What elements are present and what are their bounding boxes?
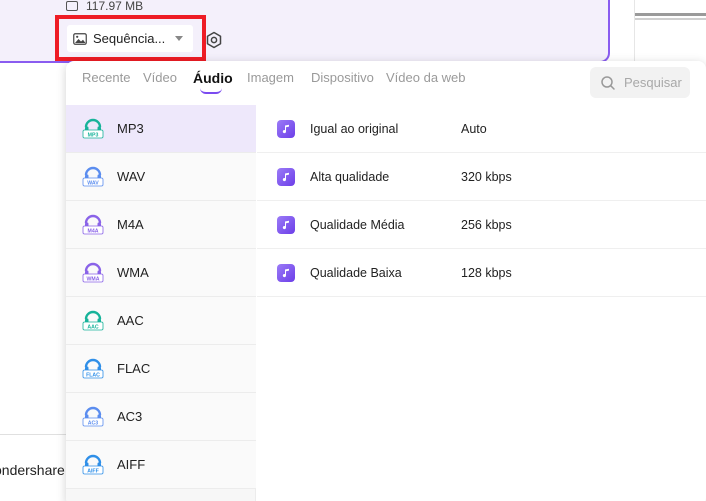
format-label: WAV	[117, 169, 146, 184]
format-label: AC3	[117, 409, 143, 424]
chevron-down-icon	[175, 36, 183, 41]
format-label: M4A	[117, 217, 144, 232]
active-tab-indicator	[200, 88, 222, 94]
format-label: MP3	[117, 121, 144, 136]
svg-text:WAV: WAV	[87, 180, 99, 186]
quality-name: Igual ao original	[310, 121, 399, 136]
converter-window: 117.97 MB Sequência... ondershare Recent…	[0, 0, 706, 501]
panel-divider	[635, 13, 706, 16]
format-item-ac3[interactable]: AC3 AC3	[66, 393, 256, 441]
quality-name: Qualidade Média	[310, 217, 405, 232]
left-divider	[0, 434, 70, 435]
m4a-format-icon: M4A	[82, 214, 104, 234]
music-note-icon	[277, 264, 295, 282]
quality-name: Alta qualidade	[310, 169, 390, 184]
image-icon	[73, 32, 87, 45]
format-popup: Recente Vídeo Áudio Imagem Dispositivo V…	[66, 61, 706, 501]
quality-bitrate: Auto	[461, 121, 487, 136]
highlight-box: Sequência...	[55, 15, 206, 61]
quality-option[interactable]: Igual ao original Auto	[257, 105, 706, 153]
brand-label: ondershare	[0, 462, 65, 478]
output-format-dropdown[interactable]: Sequência...	[67, 25, 193, 52]
format-item-m4a[interactable]: M4A M4A	[66, 201, 256, 249]
quality-list: Igual ao original Auto Alta qualidade 320 k…	[257, 105, 706, 501]
format-item-mp3[interactable]: MP3 MP3	[66, 105, 256, 153]
file-icon	[66, 1, 78, 11]
music-note-icon	[277, 216, 295, 234]
music-note-icon	[277, 168, 295, 186]
svg-text:AC3: AC3	[88, 420, 98, 426]
file-size-label: 117.97 MB	[86, 0, 144, 13]
aiff-format-icon: AIFF	[82, 454, 104, 474]
svg-text:AIFF: AIFF	[87, 468, 99, 474]
search-box[interactable]	[590, 67, 690, 98]
svg-text:FLAC: FLAC	[86, 372, 100, 378]
quality-bitrate: 128 kbps	[461, 265, 512, 280]
quality-bitrate: 320 kbps	[461, 169, 512, 184]
search-input[interactable]	[624, 75, 686, 90]
format-tabs: Recente Vídeo Áudio Imagem Dispositivo V…	[66, 61, 706, 105]
flac-format-icon: FLAC	[82, 358, 104, 378]
format-item-flac[interactable]: FLAC FLAC	[66, 345, 256, 393]
quality-option[interactable]: Alta qualidade 320 kbps	[257, 153, 706, 201]
quality-name: Qualidade Baixa	[310, 265, 402, 280]
tab-dispositivo[interactable]: Dispositivo	[311, 70, 374, 85]
tab-video-da-web[interactable]: Vídeo da web	[386, 70, 466, 85]
search-icon	[601, 75, 615, 90]
ac3-format-icon: AC3	[82, 406, 104, 426]
format-item-aiff[interactable]: AIFF AIFF	[66, 441, 256, 489]
format-label: FLAC	[117, 361, 151, 376]
settings-gear-icon[interactable]	[205, 31, 223, 49]
tab-video[interactable]: Vídeo	[143, 70, 177, 85]
output-format-label: Sequência...	[93, 31, 166, 46]
music-note-icon	[277, 120, 295, 138]
tab-recente[interactable]: Recente	[82, 70, 130, 85]
panel-divider-secondary	[635, 18, 706, 20]
quality-option[interactable]: Qualidade Média 256 kbps	[257, 201, 706, 249]
svg-text:AAC: AAC	[87, 324, 98, 330]
quality-bitrate: 256 kbps	[461, 217, 512, 232]
format-item-wav[interactable]: WAV WAV	[66, 153, 256, 201]
svg-text:WMA: WMA	[87, 276, 100, 282]
format-label: AAC	[117, 313, 144, 328]
svg-text:MP3: MP3	[88, 132, 99, 138]
quality-option[interactable]: Qualidade Baixa 128 kbps	[257, 249, 706, 297]
format-item-aac[interactable]: AAC AAC	[66, 297, 256, 345]
wav-format-icon: WAV	[82, 166, 104, 186]
format-label: WMA	[117, 265, 149, 280]
aac-format-icon: AAC	[82, 310, 104, 330]
wma-format-icon: WMA	[82, 262, 104, 282]
format-list: MP3 MP3 WAV WAV M4A M4A WMA WMA AAC AAC FLAC FLAC AC…	[66, 105, 256, 501]
svg-text:M4A: M4A	[88, 228, 99, 234]
tab-audio[interactable]: Áudio	[193, 70, 233, 86]
file-size: 117.97 MB	[66, 0, 143, 13]
tab-imagem[interactable]: Imagem	[247, 70, 294, 85]
format-item-wma[interactable]: WMA WMA	[66, 249, 256, 297]
format-label: AIFF	[117, 457, 146, 472]
mp3-format-icon: MP3	[82, 118, 104, 138]
